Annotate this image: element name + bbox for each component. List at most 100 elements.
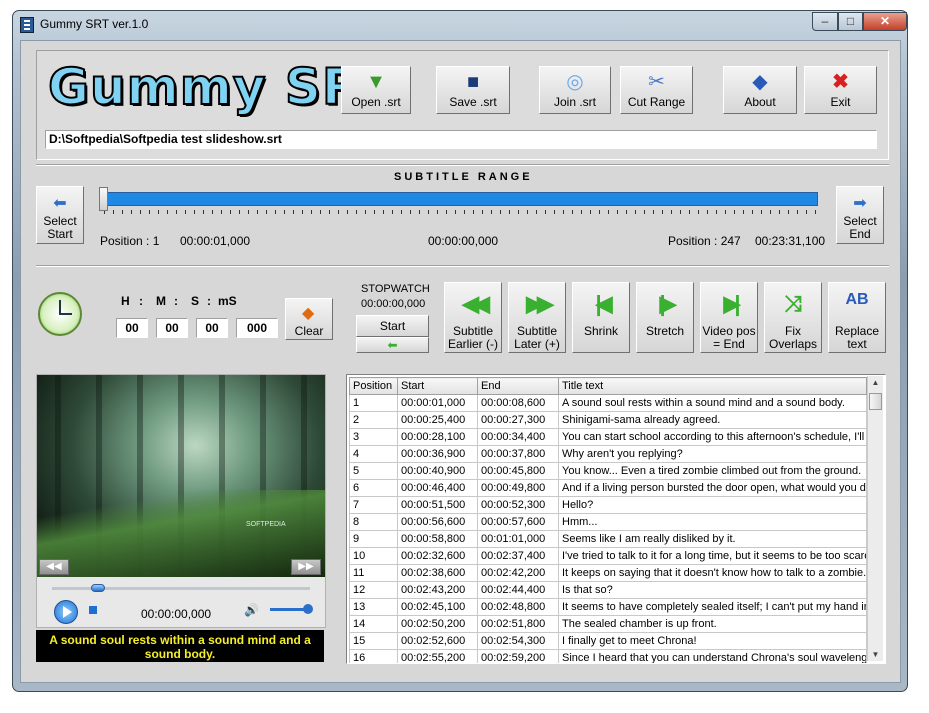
range-start-handle[interactable]: [99, 187, 108, 211]
table-row[interactable]: 2 00:00:25,400 00:00:27,300 Shinigami-sama …: [349, 411, 867, 429]
table-row[interactable]: 8 00:00:56,600 00:00:57,600 Hmm...: [349, 513, 867, 531]
speaker-icon[interactable]: 🔊: [244, 603, 259, 617]
cell-end: 00:02:37,400: [477, 547, 559, 565]
range-bar[interactable]: [106, 192, 818, 206]
column-header-title-text[interactable]: Title text: [558, 377, 867, 395]
cell-end: 00:01:01,000: [477, 530, 559, 548]
replace-text-button[interactable]: AB Replace text: [828, 282, 886, 353]
shrink-button[interactable]: |◀ Shrink: [572, 282, 630, 353]
minutes-label: M: [156, 294, 166, 308]
column-header-start[interactable]: Start: [397, 377, 478, 395]
table-row[interactable]: 15 00:02:52,600 00:02:54,300 I finally get …: [349, 632, 867, 650]
cell-title-text: Why aren't you replying?: [558, 445, 867, 463]
table-row[interactable]: 14 00:02:50,200 00:02:51,800 The sealed cha…: [349, 615, 867, 633]
subtitle-range-title: SUBTITLE RANGE: [394, 171, 533, 183]
scissors-icon: ✂: [648, 71, 665, 93]
shuffle-arrows-icon: ⤨: [784, 291, 802, 316]
eraser-icon: ◆: [302, 305, 315, 322]
app-film-icon: [20, 17, 34, 33]
range-ticks: [104, 210, 820, 214]
cell-end: 00:00:34,400: [477, 428, 559, 446]
cell-end: 00:02:54,300: [477, 632, 559, 650]
scroll-up-icon[interactable]: ▲: [868, 378, 883, 387]
select-start-button[interactable]: ⬅ Select Start: [36, 186, 84, 244]
cell-title-text: Since I heard that you can understand Ch…: [558, 649, 867, 663]
table-row[interactable]: 12 00:02:43,200 00:02:44,400 Is that so?: [349, 581, 867, 599]
scroll-thumb[interactable]: [869, 393, 882, 410]
cell-position: 11: [349, 564, 398, 582]
seconds-input[interactable]: 00: [196, 318, 228, 338]
play-button[interactable]: [54, 600, 78, 624]
table-row[interactable]: 13 00:02:45,100 00:02:48,800 It seems to ha…: [349, 598, 867, 616]
cell-position: 8: [349, 513, 398, 531]
mid-time: 00:00:00,000: [428, 234, 499, 248]
cell-title-text: And if a living person bursted the door …: [558, 479, 867, 497]
previous-button[interactable]: ◀◀: [39, 559, 69, 575]
hours-input[interactable]: 00: [116, 318, 148, 338]
table-row[interactable]: 3 00:00:28,100 00:00:34,400 You can start s…: [349, 428, 867, 446]
fix-overlaps-button[interactable]: ⤨ Fix Overlaps: [764, 282, 822, 353]
video-frame-ground: [37, 490, 325, 577]
join-srt-button[interactable]: ◎ Join .srt: [539, 66, 611, 114]
cell-start: 00:02:52,600: [397, 632, 478, 650]
cell-start: 00:00:40,900: [397, 462, 478, 480]
select-end-button[interactable]: ➡ Select End: [836, 186, 884, 244]
cell-start: 00:02:43,200: [397, 581, 478, 599]
cell-title-text: Is that so?: [558, 581, 867, 599]
exit-button[interactable]: ✖ Exit: [804, 66, 877, 114]
cell-start: 00:02:55,200: [397, 649, 478, 663]
minutes-input[interactable]: 00: [156, 318, 188, 338]
scroll-down-icon[interactable]: ▼: [868, 650, 883, 659]
cell-end: 00:00:49,800: [477, 479, 559, 497]
double-left-arrow-icon: ◀◀: [462, 291, 490, 316]
cell-title-text: I finally get to meet Chrona!: [558, 632, 867, 650]
clear-button[interactable]: ◆ Clear: [285, 298, 333, 340]
open-srt-button[interactable]: ▼ Open .srt: [341, 66, 411, 114]
stretch-button[interactable]: |▶ Stretch: [636, 282, 694, 353]
cell-position: 7: [349, 496, 398, 514]
stop-button[interactable]: [89, 606, 97, 614]
cell-start: 00:00:51,500: [397, 496, 478, 514]
stopwatch-start-button[interactable]: Start: [356, 315, 429, 337]
column-header-end[interactable]: End: [477, 377, 559, 395]
close-button[interactable]: ✕: [863, 12, 907, 31]
minimize-button[interactable]: –: [812, 12, 838, 31]
table-row[interactable]: 9 00:00:58,800 00:01:01,000 Seems like I am…: [349, 530, 867, 548]
stopwatch-back-button[interactable]: ⬅: [356, 337, 429, 353]
subtitle-table: Position Start End Title text 1 00:00:01,…: [349, 377, 867, 663]
window-title: Gummy SRT ver.1.0: [40, 17, 149, 31]
cell-title-text: You know... Even a tired zombie climbed …: [558, 462, 867, 480]
table-row[interactable]: 4 00:00:36,900 00:00:37,800 Why aren't you …: [349, 445, 867, 463]
millis-input[interactable]: 000: [236, 318, 278, 338]
cell-end: 00:02:59,200: [477, 649, 559, 663]
seek-thumb[interactable]: [91, 584, 106, 592]
table-row[interactable]: 5 00:00:40,900 00:00:45,800 You know... Eve…: [349, 462, 867, 480]
video-pos-end-button[interactable]: ▶| Video pos = End: [700, 282, 758, 353]
column-header-position[interactable]: Position: [349, 377, 398, 395]
maximize-button[interactable]: □: [838, 12, 863, 31]
table-row[interactable]: 10 00:02:32,600 00:02:37,400 I've tried to …: [349, 547, 867, 565]
cell-position: 14: [349, 615, 398, 633]
subtitle-later-button[interactable]: ▶▶ Subtitle Later (+): [508, 282, 566, 353]
table-row[interactable]: 1 00:00:01,000 00:00:08,600 A sound soul re…: [349, 394, 867, 412]
cell-position: 15: [349, 632, 398, 650]
hours-label: H: [121, 294, 130, 308]
end-time: 00:23:31,100: [755, 234, 826, 248]
table-row[interactable]: 16 00:02:55,200 00:02:59,200 Since I heard …: [349, 649, 867, 663]
next-button[interactable]: ▶▶: [291, 559, 321, 575]
table-scrollbar[interactable]: ▲ ▼: [867, 376, 883, 661]
cell-position: 9: [349, 530, 398, 548]
subtitle-earlier-button[interactable]: ◀◀ Subtitle Earlier (-): [444, 282, 502, 353]
about-button[interactable]: ◆ About: [723, 66, 797, 114]
cell-position: 13: [349, 598, 398, 616]
cell-title-text: Hello?: [558, 496, 867, 514]
cell-start: 00:00:58,800: [397, 530, 478, 548]
volume-thumb[interactable]: [303, 604, 313, 614]
file-path-field[interactable]: D:\Softpedia\Softpedia test slideshow.sr…: [45, 130, 877, 149]
table-row[interactable]: 11 00:02:38,600 00:02:42,200 It keeps on sa…: [349, 564, 867, 582]
cut-range-button[interactable]: ✂ Cut Range: [620, 66, 693, 114]
save-srt-button[interactable]: ■ Save .srt: [436, 66, 510, 114]
table-row[interactable]: 7 00:00:51,500 00:00:52,300 Hello?: [349, 496, 867, 514]
seconds-label: S: [191, 294, 200, 308]
table-row[interactable]: 6 00:00:46,400 00:00:49,800 And if a living…: [349, 479, 867, 497]
